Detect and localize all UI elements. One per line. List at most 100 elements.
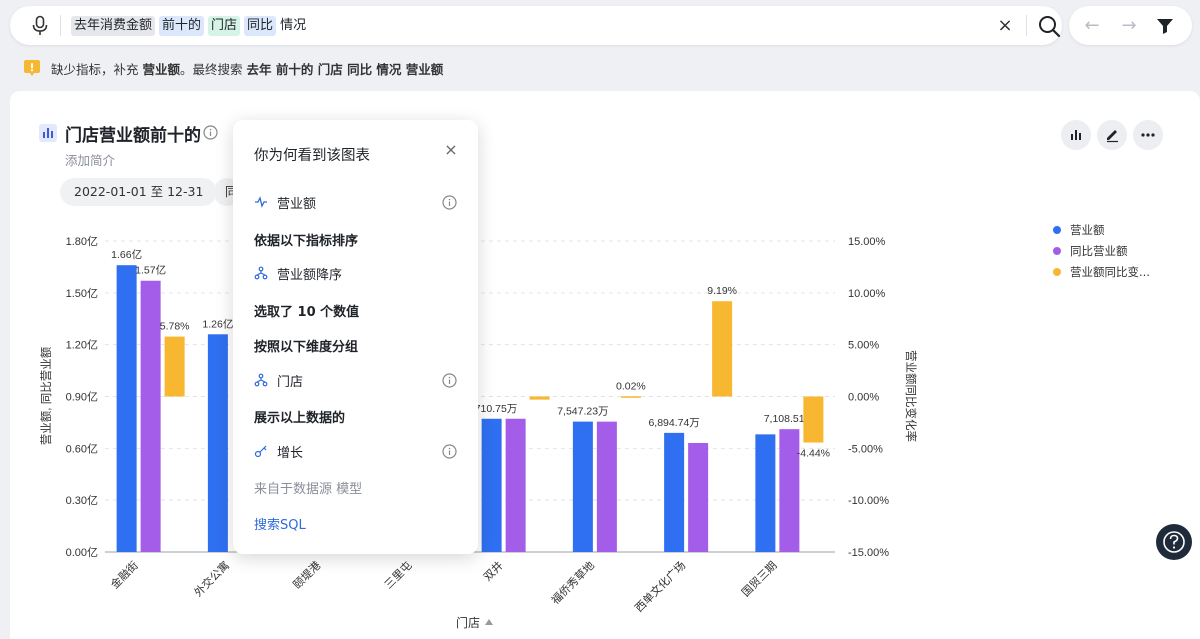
popover-sort-item: 营业额降序 [254,263,342,283]
sort-heading: 依据以下指标排序 [254,233,359,249]
info-icon[interactable] [442,195,457,210]
search-divider [1026,15,1027,36]
x-tick-label: 西单文化广场 [632,558,689,615]
bar-2 [803,396,824,443]
data-label: 1.57亿 [135,264,166,277]
x-tick-label: 双井 [480,558,505,583]
popover-title: 你为何看到该图表 [254,148,370,164]
y-axis-title-right: 营业额同比变化率 [904,350,918,442]
legend-label: 营业额同比变... [1070,264,1150,279]
sort-item-label: 营业额降序 [277,267,343,283]
bar-0 [755,434,776,552]
x-tick-label: 金融街 [108,558,141,591]
x-axis-title: 门店 [456,615,480,630]
bar-1 [596,421,617,552]
bar-1 [688,442,709,552]
bar-0 [572,421,593,552]
back-arrow-icon[interactable]: ← [1081,15,1103,37]
y-tick-label-right: 0.00% [848,392,879,404]
data-label: 0.02% [616,380,646,392]
x-tick-label: 颐堤港 [291,559,324,592]
data-label: 6,894.74万 [648,417,699,429]
legend-swatch [1053,246,1061,255]
warning-icon [24,60,40,76]
y-tick-label-left: 1.50亿 [66,287,98,300]
notice-middle: 。最终搜索 [180,61,243,77]
selected-count: 选取了 10 个数值 [254,304,360,320]
legend-swatch [1053,225,1061,234]
info-icon[interactable] [442,444,457,459]
y-tick-label-right: 10.00% [848,288,886,300]
combo-chart: 0.00亿 0.30亿 0.60亿 0.90亿 1.20亿 1.50亿 1.80亿 -15.0… [39,235,918,630]
bar-1 [505,418,526,552]
hierarchy-icon [254,266,268,280]
bar-0 [207,334,228,552]
notice-final-query: 去年 前十的 门店 同比 情况 营业额 [246,61,444,77]
y-tick-label-left: 0.60亿 [66,442,98,455]
y-tick-label-right: 15.00% [848,236,886,248]
group-heading: 按照以下维度分组 [254,339,359,355]
data-source-text: 来自于数据源 模型 [254,481,363,497]
info-icon[interactable] [442,373,457,388]
y-tick-label-left: 1.80亿 [66,235,98,248]
search-divider [60,15,61,36]
search-token[interactable]: 门店 [208,16,241,36]
legend-item[interactable]: 同比营业额 [1053,240,1150,261]
y-tick-label-left: 0.00亿 [66,546,98,559]
y-tick-label-right: -10.00% [848,495,889,507]
y-tick-label-right: 5.00% [848,340,879,352]
data-label: 1.66亿 [111,248,142,261]
popover-group-item: 门店 [254,370,303,390]
legend-label: 营业额 [1070,222,1105,237]
search-icon[interactable] [1037,14,1061,38]
pulse-icon [255,196,267,208]
x-tick-label: 三里屯 [382,559,415,592]
forward-arrow-icon[interactable]: → [1118,15,1140,37]
notice-bar: 缺少指标，补充 营业额 。最终搜索 去年 前十的 门店 同比 情况 营业额 [22,58,443,78]
search-token[interactable]: 前十的 [159,16,205,36]
popover-metric: 营业额 [254,192,316,212]
filter-icon[interactable] [1154,15,1176,37]
close-icon[interactable]: × [443,142,459,158]
search-token[interactable]: 情况 [280,16,309,36]
metric-label: 营业额 [277,196,317,212]
help-icon [1163,531,1185,553]
help-button[interactable] [1156,524,1192,560]
hierarchy-icon [254,373,268,387]
chart-card: 门店营业额前十的 添加简介 2022-01-01 至 12-31 同 0.00亿… [10,91,1200,639]
data-label: 5.78% [160,321,190,333]
data-label: 7,547.23万 [557,406,608,418]
history-nav: ← → [1069,6,1192,45]
clear-search-icon[interactable]: × [996,17,1014,35]
notice-added-metric: 营业额 [142,61,181,77]
legend-item[interactable]: 营业额 [1053,219,1150,240]
y-tick-label-right: -15.00% [848,547,889,559]
y-tick-label-left: 1.20亿 [66,339,98,352]
data-label: 9.19% [707,285,737,297]
search-sql-link[interactable]: 搜索SQL [254,513,306,533]
bar-2 [529,396,550,400]
y-tick-label-left: 0.90亿 [66,391,98,404]
bar-0 [481,418,502,552]
show-heading: 展示以上数据的 [254,410,346,426]
search-query[interactable]: 去年消费金额 前十的 门店 同比 情况 [71,16,313,36]
microphone-icon[interactable] [30,15,50,37]
legend-swatch [1053,267,1061,276]
search-token[interactable]: 同比 [244,16,277,36]
search-bar[interactable]: 去年消费金额 前十的 门店 同比 情况 × [10,6,1062,45]
y-tick-label-right: -5.00% [848,443,883,455]
legend-item[interactable]: 营业额同比变... [1053,261,1150,282]
data-label: 1.26亿 [202,317,233,330]
y-tick-label-left: 0.30亿 [66,494,98,507]
group-item-label: 门店 [277,374,304,390]
sort-caret-icon [485,619,493,625]
bar-0 [664,432,685,552]
x-tick-label: 外交公寓 [191,558,232,599]
bar-2 [620,396,641,398]
bar-2 [712,301,733,397]
chart-legend: 营业额 同比营业额 营业额同比变... [1053,219,1150,282]
why-chart-popover: 你为何看到该图表 × 营业额 依据以下指标排序 营业额降序 选取了 10 个数值… [233,120,478,554]
search-token[interactable]: 去年消费金额 [71,16,156,36]
bar-2 [164,336,185,397]
x-tick-label: 福侨秀草地 [548,558,597,607]
